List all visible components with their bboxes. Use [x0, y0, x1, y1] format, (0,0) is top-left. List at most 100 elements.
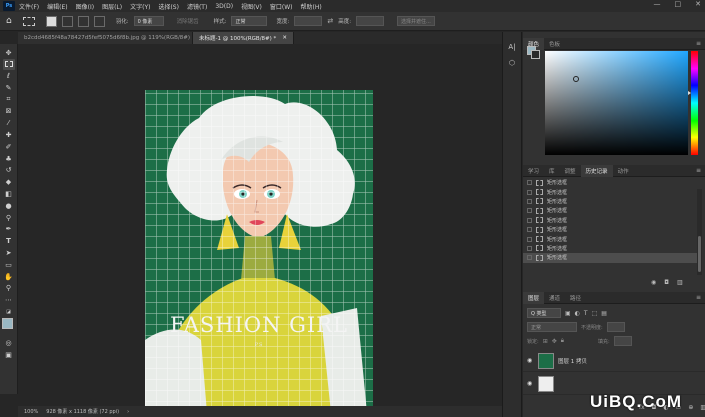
- hue-slider-handle[interactable]: [688, 91, 691, 95]
- trash-icon[interactable]: ▥: [677, 279, 683, 286]
- camera-icon[interactable]: ◘: [664, 279, 669, 286]
- antialias-checkbox[interactable]: 消除锯齿: [177, 17, 199, 25]
- opacity-input[interactable]: [606, 322, 625, 332]
- history-item[interactable]: 矩形选框: [523, 206, 697, 215]
- tab-actions[interactable]: 动作: [613, 165, 634, 177]
- layer-row[interactable]: ◉ 图层 1 拷贝: [523, 350, 705, 372]
- color-picker-cursor[interactable]: [573, 76, 579, 82]
- history-item[interactable]: 矩形选框: [523, 225, 697, 234]
- rectangular-marquee-icon[interactable]: [2, 58, 15, 70]
- quick-select-icon[interactable]: ✎: [3, 82, 15, 93]
- home-icon[interactable]: ⌂: [6, 16, 12, 26]
- history-checkbox[interactable]: [527, 189, 532, 195]
- history-item[interactable]: 矩形选框: [523, 216, 697, 225]
- hand-tool-icon[interactable]: ✋: [3, 271, 15, 282]
- tab-learn[interactable]: 学习: [523, 165, 544, 177]
- snapshot-icon[interactable]: ◉: [651, 279, 656, 286]
- select-and-mask-button[interactable]: 选择并遮住...: [397, 16, 435, 26]
- menu-layer[interactable]: 图层(L): [102, 2, 122, 11]
- tab-swatches[interactable]: 色板: [544, 38, 565, 50]
- brush-tool-icon[interactable]: ✐: [3, 141, 15, 152]
- tab-source-image[interactable]: b2cdd4685f48a78427d5fef5075d6f8b.jpg @ 1…: [18, 32, 201, 44]
- history-checkbox[interactable]: [527, 255, 532, 261]
- tab-libraries[interactable]: 库: [544, 165, 560, 177]
- maximize-button[interactable]: □: [675, 0, 682, 8]
- history-item-selected[interactable]: 矩形选框: [523, 253, 697, 263]
- marquee-preset-icon[interactable]: [22, 16, 35, 26]
- history-checkbox[interactable]: [527, 198, 532, 204]
- layer-filter-select[interactable]: Q 类型: [527, 308, 561, 318]
- history-checkbox[interactable]: [527, 236, 532, 242]
- fill-input[interactable]: [613, 336, 632, 346]
- style-select[interactable]: 正常: [231, 16, 268, 26]
- character-panel-icon[interactable]: A|: [507, 42, 517, 52]
- foreground-swatch[interactable]: [1, 318, 13, 330]
- blur-tool-icon[interactable]: ●: [3, 200, 15, 211]
- scrollbar-thumb[interactable]: [698, 236, 701, 272]
- history-item[interactable]: 矩形选框: [523, 197, 697, 206]
- document-canvas[interactable]: FASHION GIRL PS: [145, 90, 373, 406]
- paint-bucket-icon[interactable]: ◧: [3, 189, 15, 200]
- menu-window[interactable]: 窗口(W): [270, 2, 293, 11]
- panel-menu-icon[interactable]: ≡: [696, 40, 701, 47]
- lock-position-icon[interactable]: ✥: [552, 338, 557, 345]
- tab-paths[interactable]: 路径: [565, 292, 586, 304]
- pen-tool-icon[interactable]: ✒: [3, 224, 15, 235]
- delete-layer-icon[interactable]: ▥: [700, 404, 705, 411]
- type-tool-icon[interactable]: T: [3, 236, 15, 247]
- healing-brush-icon[interactable]: ✚: [3, 130, 15, 141]
- eyedropper-icon[interactable]: ⁄: [3, 118, 15, 129]
- menu-filter[interactable]: 滤镜(T): [187, 2, 207, 11]
- tab-adjustments[interactable]: 调整: [560, 165, 581, 177]
- menu-3d[interactable]: 3D(D): [215, 3, 233, 10]
- history-checkbox[interactable]: [527, 227, 532, 233]
- menu-file[interactable]: 文件(F): [19, 2, 39, 11]
- menu-type[interactable]: 文字(Y): [130, 2, 150, 11]
- menu-edit[interactable]: 编辑(E): [47, 2, 67, 11]
- zoom-readout[interactable]: 100%: [24, 409, 38, 415]
- dodge-tool-icon[interactable]: ⚲: [3, 212, 15, 223]
- history-checkbox[interactable]: [527, 208, 532, 214]
- status-arrow-icon[interactable]: ›: [127, 409, 129, 415]
- canvas-area[interactable]: FASHION GIRL PS: [18, 44, 502, 406]
- lock-all-icon[interactable]: 🔒︎: [561, 337, 564, 345]
- lock-pixels-icon[interactable]: ⊞: [543, 338, 548, 345]
- history-item[interactable]: 矩形选框: [523, 234, 697, 243]
- panel-menu-icon[interactable]: ≡: [696, 294, 701, 301]
- lasso-tool-icon[interactable]: ℓ: [3, 71, 15, 82]
- filter-adjust-icon[interactable]: ◐: [575, 310, 580, 317]
- filter-smart-icon[interactable]: ▤: [601, 310, 607, 317]
- menu-image[interactable]: 图像(I): [76, 2, 94, 11]
- history-checkbox[interactable]: [527, 245, 532, 251]
- minimize-button[interactable]: —: [654, 0, 661, 8]
- blend-mode-select[interactable]: 正常: [527, 322, 577, 332]
- swap-icon[interactable]: ⇄: [327, 17, 333, 25]
- subtract-selection-icon[interactable]: [77, 15, 89, 27]
- hue-slider[interactable]: [688, 51, 698, 155]
- filter-type-icon[interactable]: T: [584, 310, 588, 317]
- panel-background-swatch[interactable]: [531, 50, 540, 59]
- close-icon[interactable]: ✕: [282, 35, 287, 41]
- tab-channels[interactable]: 通道: [544, 292, 565, 304]
- tab-history[interactable]: 历史记录: [580, 164, 613, 177]
- more-tools-icon[interactable]: ⋯: [3, 295, 15, 306]
- history-brush-icon[interactable]: ↺: [3, 165, 15, 176]
- visibility-eye-icon[interactable]: ◉: [527, 380, 534, 387]
- close-window-button[interactable]: ✕: [695, 0, 701, 8]
- feather-input[interactable]: 0 像素: [133, 16, 164, 26]
- height-input[interactable]: [356, 16, 385, 26]
- panel-menu-icon[interactable]: ≡: [696, 167, 701, 174]
- move-tool-icon[interactable]: ✥: [3, 47, 15, 58]
- tab-layers[interactable]: 图层: [523, 291, 545, 304]
- new-selection-icon[interactable]: [45, 15, 57, 27]
- width-input[interactable]: [294, 16, 323, 26]
- rectangle-tool-icon[interactable]: ▭: [3, 259, 15, 270]
- tab-untitled[interactable]: 未标题-1 @ 100%(RGB/8#) * ✕: [193, 32, 294, 44]
- zoom-tool-icon[interactable]: ⚲: [3, 283, 15, 294]
- crop-tool-icon[interactable]: ⌗: [3, 94, 15, 105]
- history-checkbox[interactable]: [527, 217, 532, 223]
- history-item[interactable]: 矩形选框: [523, 244, 697, 253]
- menu-view[interactable]: 视图(V): [241, 2, 262, 11]
- visibility-eye-icon[interactable]: ◉: [527, 357, 534, 364]
- add-selection-icon[interactable]: [61, 15, 73, 27]
